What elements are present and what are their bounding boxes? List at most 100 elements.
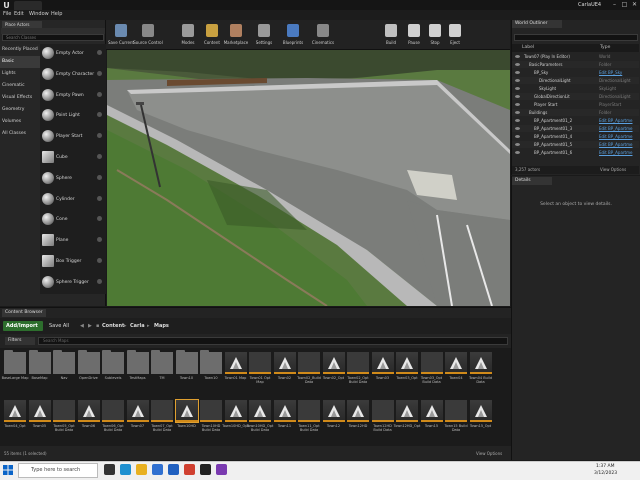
place-item[interactable]: Empty Character [40, 65, 104, 85]
visibility-eye-icon[interactable] [515, 151, 520, 154]
menu-edit[interactable]: Edit [14, 11, 24, 17]
help-icon[interactable] [97, 112, 102, 118]
asset-tile[interactable]: Town02_Opt Build Data [347, 352, 369, 396]
asset-tile[interactable]: BaseMap [28, 350, 51, 396]
content-browser-tab[interactable]: Content Browser [2, 309, 46, 317]
file-explorer-icon[interactable] [136, 464, 147, 475]
taskbar-search-input[interactable]: Type here to search [18, 463, 98, 478]
nav-back-icon[interactable]: ◀ [80, 323, 84, 329]
eject-button[interactable]: Eject [443, 22, 467, 48]
asset-tile[interactable]: Town10HD_Opt [222, 400, 249, 444]
details-tab[interactable]: Details [512, 177, 552, 185]
menu-file[interactable]: File [3, 11, 11, 17]
maximize-icon[interactable]: □ [620, 1, 629, 9]
asset-tile[interactable]: Town15 Build Data [444, 400, 468, 444]
clock-date[interactable]: 3/12/2023 [594, 471, 617, 476]
cinematics-button[interactable]: Cinematics [311, 22, 335, 48]
category-volumes[interactable]: Volumes [0, 116, 40, 128]
help-icon[interactable] [97, 70, 102, 76]
help-icon[interactable] [97, 258, 102, 263]
asset-tile[interactable]: Town05 [28, 400, 51, 444]
place-item[interactable]: Cone [40, 210, 104, 230]
place-item[interactable]: Point Light [40, 106, 104, 126]
outliner-row-type[interactable]: Edit BP_Apartme [599, 125, 632, 132]
asset-tile[interactable]: Town05_Opt Build Data [53, 400, 75, 444]
outliner-row-type[interactable]: Edit BP_Sky [599, 69, 622, 76]
outliner-row-type[interactable]: Edit BP_Apartme [599, 133, 632, 140]
asset-tile[interactable]: Town06_Opt Build Data [102, 400, 124, 444]
chrome-icon[interactable] [184, 464, 195, 475]
asset-tile[interactable]: Nav [53, 350, 75, 396]
breadcrumb-maps[interactable]: Maps [154, 323, 169, 329]
visibility-eye-icon[interactable] [515, 103, 520, 106]
outliner-row[interactable]: GlobalDirectionLit DirectionalLight [512, 93, 639, 100]
level-viewport[interactable] [107, 50, 510, 306]
category-geometry[interactable]: Geometry [0, 104, 40, 116]
help-icon[interactable] [97, 174, 102, 180]
unreal-taskbar-icon[interactable] [200, 464, 211, 475]
asset-tile[interactable]: Town02_Opt [322, 352, 345, 396]
nav-forward-icon[interactable]: ▶ [88, 323, 92, 329]
category-recently-placed[interactable]: Recently Placed [0, 44, 40, 56]
asset-tile[interactable]: Town11 [273, 400, 296, 444]
place-item[interactable]: Cube [40, 148, 104, 168]
help-icon[interactable] [97, 91, 102, 97]
place-item[interactable]: Sphere [40, 169, 104, 189]
visibility-eye-icon[interactable] [515, 55, 520, 58]
menu-help[interactable]: Help [51, 11, 62, 17]
modes-tab[interactable]: Place Actors [2, 21, 42, 28]
asset-tile[interactable]: Town07 [126, 400, 149, 444]
outliner-col-label[interactable]: Label [522, 45, 534, 50]
task-view-icon[interactable] [104, 464, 115, 475]
outliner-row-type[interactable]: Edit BP_Apartme [599, 149, 632, 156]
help-icon[interactable] [97, 237, 102, 243]
asset-tile[interactable]: Town15 [420, 400, 443, 444]
settings-button[interactable]: Settings [252, 22, 276, 48]
outliner-view-options-button[interactable]: View Options [600, 167, 626, 172]
breadcrumb-content[interactable]: Content [102, 323, 124, 329]
asset-tile[interactable]: Town12HD_Opt [394, 400, 420, 444]
visibility-eye-icon[interactable] [515, 119, 520, 122]
visibility-eye-icon[interactable] [515, 135, 520, 138]
content-search-input[interactable]: Search Maps [38, 337, 508, 345]
asset-tile[interactable]: Town03_Opt [396, 352, 418, 396]
asset-tile[interactable]: OpenDrive [77, 350, 100, 396]
place-item[interactable]: Empty Actor [40, 44, 104, 64]
category-visual-effects[interactable]: Visual Effects [0, 92, 40, 104]
asset-tile[interactable]: Sublevels [102, 350, 124, 396]
app-icon[interactable] [216, 464, 227, 475]
outliner-row[interactable]: BP_Apartment01_4 Edit BP_Apartme [512, 133, 639, 140]
outliner-row[interactable]: DirectionalLight DirectionalLight [512, 77, 639, 84]
outliner-row[interactable]: BP_Apartment01_3 Edit BP_Apartme [512, 125, 639, 132]
asset-tile[interactable]: Town10HD [174, 399, 199, 444]
help-icon[interactable] [97, 50, 102, 55]
asset-tile[interactable]: TestMaps [126, 350, 149, 396]
asset-tile[interactable]: Town07_Opt Build Data [151, 400, 173, 444]
asset-tile[interactable]: Town04 [445, 352, 467, 396]
minimize-icon[interactable]: – [610, 1, 619, 9]
outliner-row-type[interactable]: Edit BP_Apartme [599, 141, 632, 148]
asset-tile[interactable]: Town03_Opt Build Data [420, 352, 443, 396]
help-icon[interactable] [97, 278, 102, 284]
asset-tile[interactable]: Town04 Build Data [469, 352, 492, 396]
place-item[interactable]: Plane [40, 231, 104, 251]
asset-tile[interactable]: Town01 Opt Map [249, 352, 271, 396]
help-icon[interactable] [97, 216, 102, 222]
outliner-row[interactable]: BP_Apartment01_5 Edit BP_Apartme [512, 141, 639, 148]
visibility-eye-icon[interactable] [515, 71, 520, 74]
world-outliner-tab[interactable]: World Outliner [512, 20, 562, 28]
category-cinematic[interactable]: Cinematic [0, 80, 40, 92]
mail-icon[interactable] [168, 464, 179, 475]
store-icon[interactable] [152, 464, 163, 475]
category-basic[interactable]: Basic [0, 56, 40, 68]
asset-tile[interactable]: Town15_Opt [469, 400, 492, 444]
place-search-input[interactable]: Search Classes [2, 34, 104, 41]
asset-tile[interactable]: Town10HD Build Data [200, 400, 222, 444]
category-all-classes[interactable]: All Classes [0, 128, 40, 140]
asset-tile[interactable]: Town12 [322, 400, 345, 444]
add-import-button[interactable]: Add/Import [3, 321, 43, 331]
asset-tile[interactable]: Town10 [175, 350, 198, 396]
filters-button[interactable]: Filters [5, 337, 35, 345]
visibility-eye-icon[interactable] [515, 127, 520, 130]
level-tab[interactable] [14, 1, 42, 10]
